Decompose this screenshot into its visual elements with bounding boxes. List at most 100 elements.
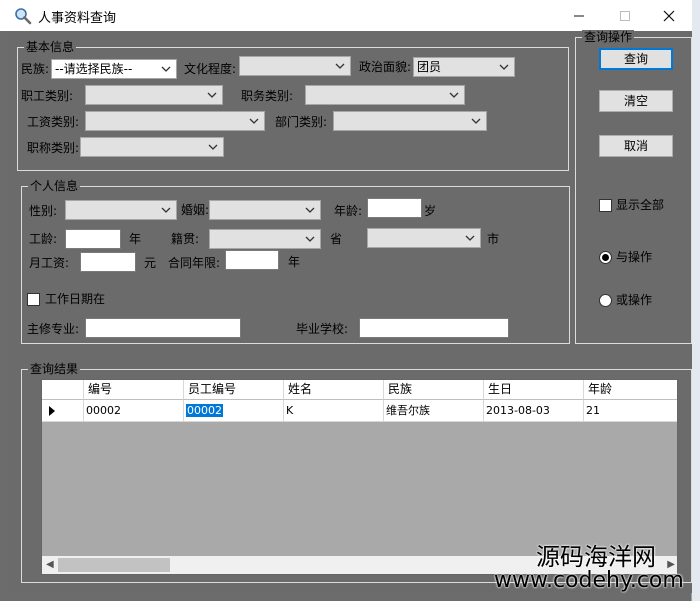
watermark-text: 源码海洋网 [536,543,656,571]
salary-unit: 元 [144,256,157,270]
basic-info-legend: 基本信息 [24,40,77,54]
query-button[interactable]: 查询 [599,48,673,70]
chevron-down-icon [305,207,315,213]
chevron-down-icon [208,144,218,150]
show-all-label: 显示全部 [616,198,665,212]
contract-unit: 年 [288,255,301,269]
window-title: 人事资料查询 [38,11,117,26]
and-radio[interactable] [599,251,612,264]
cancel-button[interactable]: 取消 [599,135,673,157]
age-label: 年龄: [334,204,363,218]
salary-label: 月工资: [29,256,70,270]
chevron-down-icon [207,92,217,98]
title-type-combo[interactable] [80,137,224,157]
table-cell[interactable]: 2013-08-03 [484,400,584,422]
dept-type-label: 部门类别: [275,115,328,129]
radio-selected-dot [602,254,609,261]
school-input[interactable] [359,318,509,338]
work-date-checkbox[interactable] [27,293,40,306]
salary-input[interactable] [80,252,136,272]
city-combo[interactable] [367,228,481,248]
or-radio[interactable] [599,294,612,307]
age-unit: 岁 [424,204,437,218]
current-row-indicator-icon [49,406,55,416]
magnifier-app-icon [15,8,32,25]
minimize-button[interactable] [556,0,602,31]
major-label: 主修专业: [27,322,80,336]
table-row[interactable]: 00002 00002 K 维吾尔族 2013-08-03 21 [42,400,677,422]
column-header[interactable]: 编号 [84,380,184,400]
scroll-left-icon[interactable]: ◀ [46,559,54,570]
ethnicity-combo[interactable]: --请选择民族-- [51,59,177,79]
seniority-unit: 年 [129,232,142,246]
table-cell[interactable]: 00002 [84,400,184,422]
watermark-url: www.codehy.com [494,568,684,593]
column-header[interactable]: 员工编号 [184,380,284,400]
staff-type-combo[interactable] [85,85,223,105]
query-ops-legend: 查询操作 [582,30,635,44]
contract-input[interactable] [225,250,279,270]
wage-type-label: 工资类别: [27,115,80,129]
background-window-strip [692,0,700,601]
job-type-combo[interactable] [305,85,465,105]
clear-button[interactable]: 清空 [599,90,673,112]
ethnicity-label: 民族: [21,62,50,76]
politics-combo[interactable]: 团员 [413,57,515,77]
gender-label: 性别: [29,204,58,218]
chevron-down-icon [161,66,171,72]
title-bar[interactable]: 人事资料查询 [0,0,692,31]
results-legend: 查询结果 [28,362,81,376]
chevron-down-icon [449,92,459,98]
education-combo[interactable] [239,56,351,76]
column-header[interactable]: 生日 [484,380,584,400]
and-label: 与操作 [616,250,653,264]
native-label: 籍贯: [171,232,200,246]
chevron-down-icon [305,236,315,242]
column-header[interactable]: 姓名 [284,380,384,400]
politics-value: 团员 [417,60,442,74]
close-icon [663,10,675,21]
chevron-down-icon [465,235,475,241]
table-cell[interactable]: 21 [584,400,677,422]
major-input[interactable] [85,318,241,338]
column-header[interactable]: 年龄 [584,380,677,400]
minimize-icon [574,15,584,16]
main-window: 人事资料查询 基本信息 民族: --请选择民族-- 文化程度: 政治面貌: 团员 [0,0,692,601]
chevron-down-icon [161,207,171,213]
maximize-button [602,0,648,31]
staff-type-label: 职工类别: [21,89,74,103]
title-type-label: 职称类别: [27,141,80,155]
close-button[interactable] [646,0,692,31]
province-combo[interactable] [209,229,321,249]
work-date-label: 工作日期在 [45,292,106,306]
or-label: 或操作 [616,293,653,307]
table-cell[interactable]: 维吾尔族 [384,400,484,422]
city-unit: 市 [487,232,500,246]
politics-label: 政治面貌: [359,60,412,74]
form-client-area: 基本信息 民族: --请选择民族-- 文化程度: 政治面貌: 团员 职工类别: … [7,30,692,593]
row-header[interactable] [42,400,84,422]
chevron-down-icon [471,118,481,124]
dept-type-combo[interactable] [333,111,487,131]
gender-combo[interactable] [65,200,177,220]
chevron-down-icon [335,63,345,69]
marriage-label: 婚姻: [181,203,210,217]
chevron-down-icon [499,64,509,70]
seniority-input[interactable] [65,229,121,249]
grid-corner-header [42,380,84,400]
wage-type-combo[interactable] [85,111,265,131]
table-cell[interactable]: K [284,400,384,422]
table-cell-selected[interactable]: 00002 [184,400,284,422]
education-label: 文化程度: [184,62,237,76]
school-label: 毕业学校: [296,322,349,336]
marriage-combo[interactable] [209,200,321,220]
show-all-checkbox[interactable] [599,199,612,212]
province-unit: 省 [330,232,343,246]
ethnicity-value: --请选择民族-- [55,62,133,76]
personal-info-legend: 个人信息 [28,179,81,193]
scrollbar-thumb[interactable] [58,558,170,572]
contract-label: 合同年限: [168,256,221,270]
job-type-label: 职务类别: [241,89,294,103]
column-header[interactable]: 民族 [384,380,484,400]
age-input[interactable] [367,198,422,218]
